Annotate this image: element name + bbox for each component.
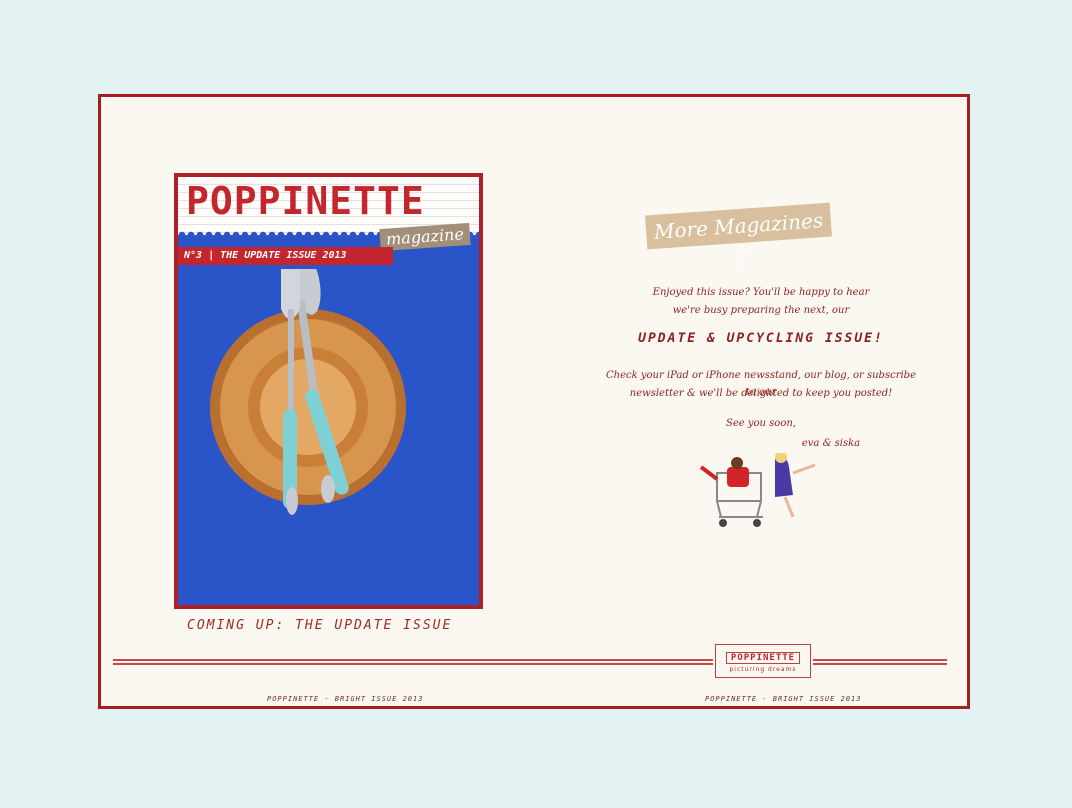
cover-title: POPPINETTE: [186, 179, 425, 223]
intro-line-1: Enjoyed this issue? You'll be happy to h…: [652, 287, 870, 298]
stamp-tagline: picturing dreams: [729, 666, 797, 673]
intro-line-2: we're busy preparing the next, our: [672, 305, 850, 316]
shopping-cart-illustration: [699, 453, 816, 527]
stamp-name: POPPINETTE: [725, 652, 801, 664]
decorative-rule-right: [813, 659, 947, 667]
magazine-spread: POPPINETTE magazine N°3 | THE UPDATE ISS…: [98, 94, 970, 709]
upcoming-issue-title: UPDATE & UPCYCLING ISSUE!: [638, 331, 884, 346]
cover-inner: POPPINETTE magazine N°3 | THE UPDATE ISS…: [178, 177, 479, 605]
footer-right: POPPINETTE - BRIGHT ISSUE 2013: [705, 695, 862, 703]
footer-left: POPPINETTE - BRIGHT ISSUE 2013: [267, 695, 424, 703]
magazine-cover[interactable]: POPPINETTE magazine N°3 | THE UPDATE ISS…: [174, 173, 483, 609]
decorative-rule-left: [113, 659, 713, 667]
check-line-2: newsletter & we'll be delighted to keep …: [629, 388, 893, 399]
cover-photo-bowls-cutlery: [178, 269, 479, 605]
more-magazines-banner[interactable]: More Magazines ?: [645, 202, 832, 272]
see-you-soon: See you soon,: [726, 418, 796, 429]
poppinette-logo-stamp[interactable]: POPPINETTE picturing dreams: [715, 644, 811, 678]
signature: eva & siska: [801, 438, 861, 449]
coming-up-caption: COMING UP: THE UPDATE ISSUE: [187, 618, 453, 633]
cover-issue-ribbon: N°3 | THE UPDATE ISSUE 2013: [178, 247, 393, 265]
